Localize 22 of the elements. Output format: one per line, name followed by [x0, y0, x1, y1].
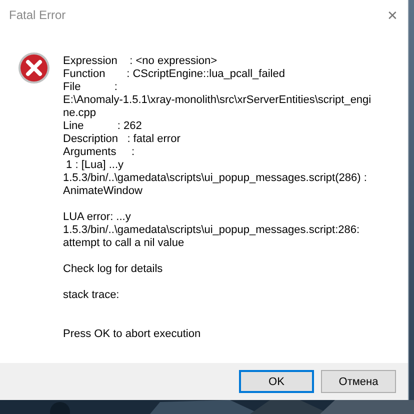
dialog-button[interactable]: OK [239, 370, 314, 393]
message-line: Press OK to abort execution [63, 328, 202, 341]
message-line: attempt to call a nil value [63, 237, 186, 250]
message-line: 1.5.3/bin/..\gamedata\scripts\ui_popup_messages.script(286) : [63, 172, 368, 185]
window-title: Fatal Error [9, 8, 66, 22]
close-button[interactable]: ✕ [383, 8, 402, 22]
message-line: Description : fatal error [63, 133, 182, 146]
message-line: AnimateWindow [63, 185, 144, 198]
message-line: Check log for details [63, 263, 164, 276]
message-line: File : [63, 81, 118, 94]
message-line: LUA error: ...y [63, 211, 132, 224]
message-line: 1 : [Lua] ...y [65, 159, 125, 172]
message-line: Function : CScriptEngine::lua_pcall_failed [63, 68, 286, 81]
message-line: stack trace: [63, 289, 120, 302]
message-line: Line : 262 [63, 120, 143, 133]
message-line: 1.5.3/bin/..\gamedata\scripts\ui_popup_messages.script:286: [63, 224, 361, 237]
message-line: ne.cpp [63, 107, 98, 120]
error-icon [18, 52, 50, 84]
dialog-button[interactable]: Отмена [321, 370, 396, 393]
message-line: E:\Anomaly-1.5.1\xray-monolith\src\xrServerEntities\script_engi [63, 94, 372, 107]
message-line: Expression : <no expression> [63, 55, 218, 68]
message-line: Arguments : [63, 146, 136, 159]
